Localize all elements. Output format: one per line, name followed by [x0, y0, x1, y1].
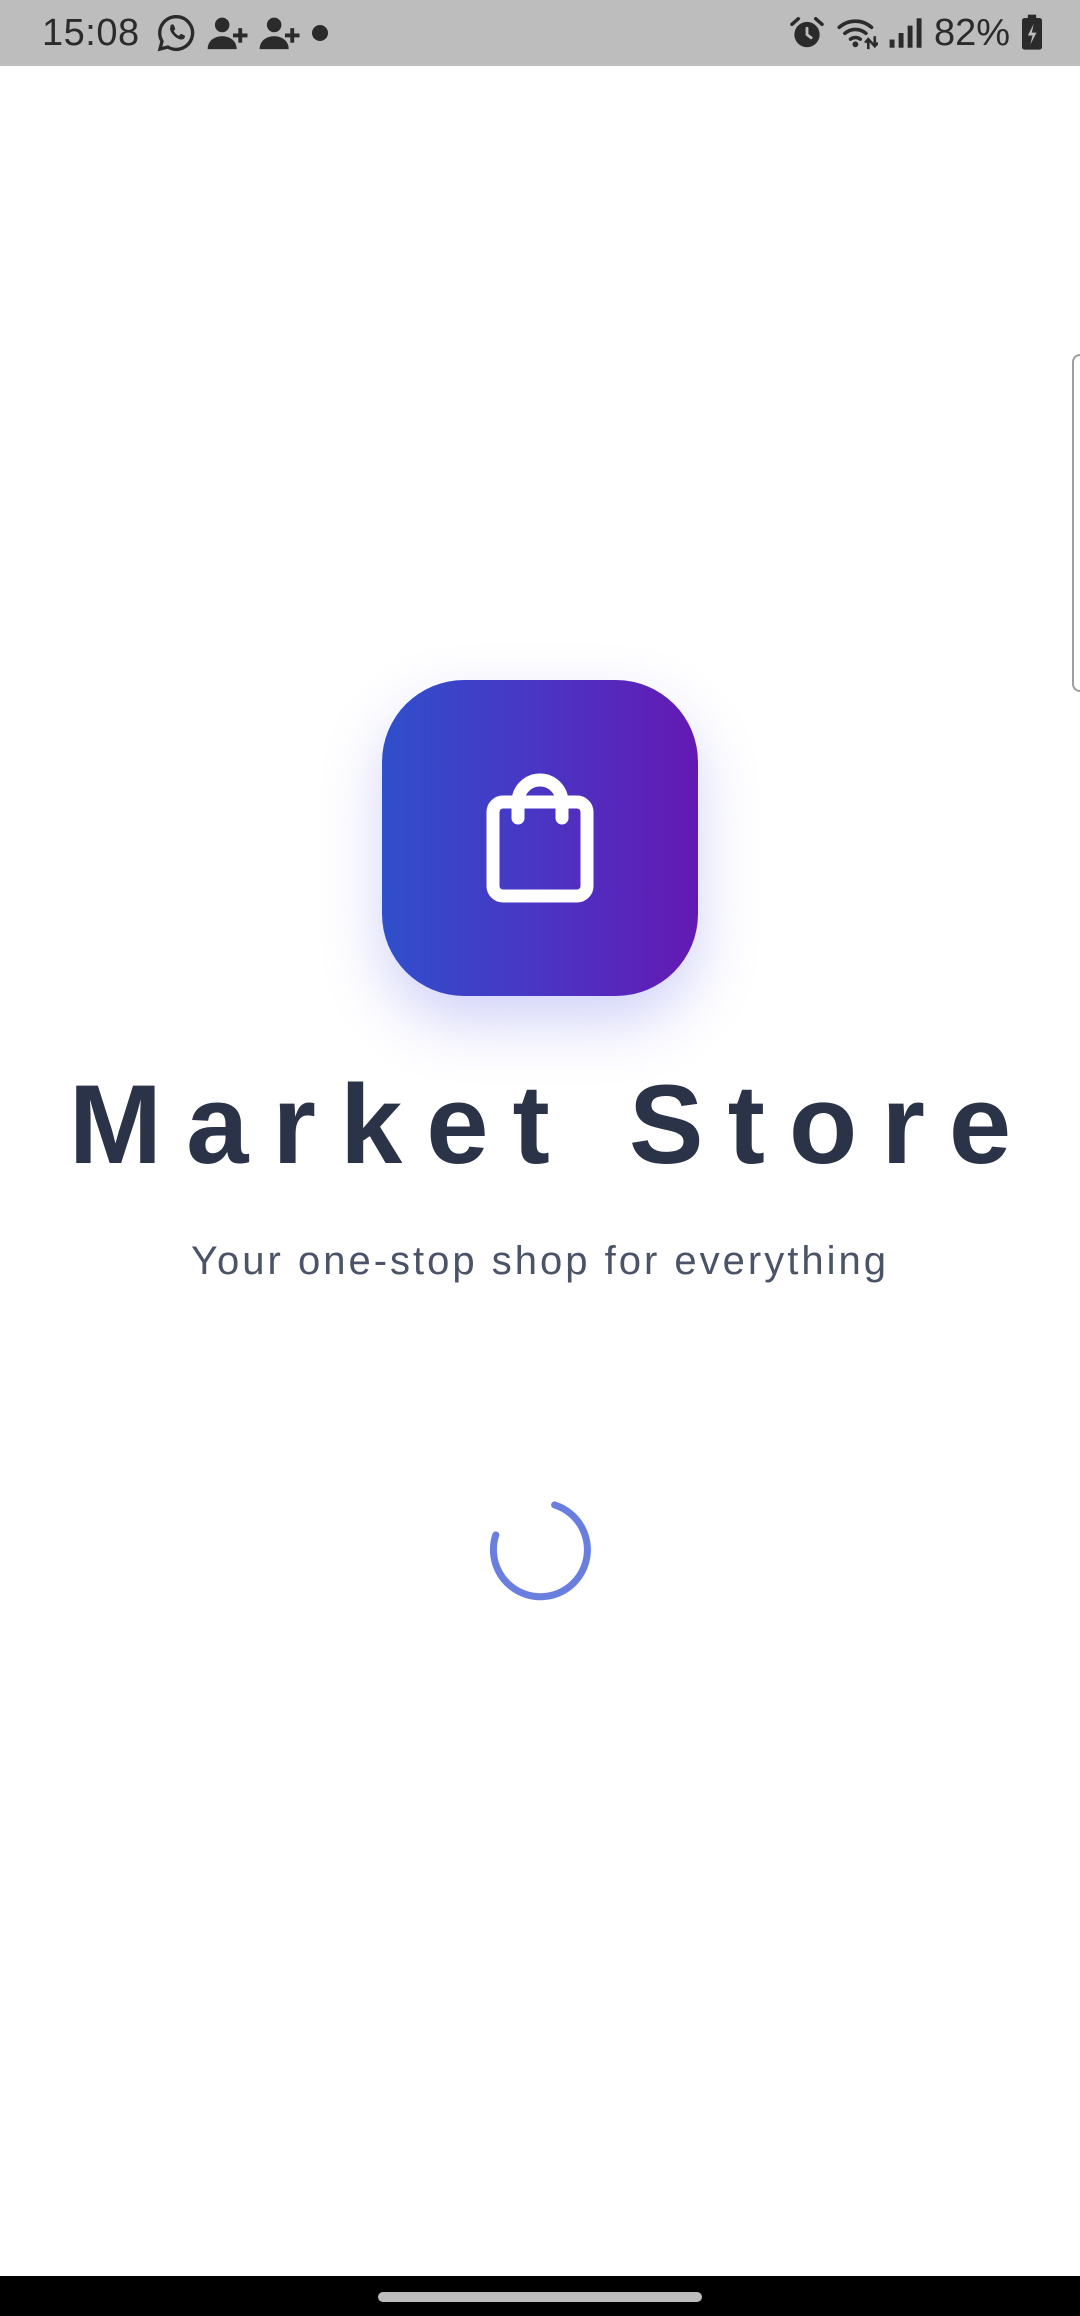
loading-spinner — [488, 1498, 592, 1602]
alarm-icon — [788, 13, 826, 53]
battery-percent: 82% — [933, 11, 1010, 54]
whatsapp-icon — [156, 13, 196, 53]
battery-charging-icon — [1020, 13, 1044, 53]
home-indicator[interactable] — [378, 2292, 702, 2302]
status-right-group: 82% — [788, 0, 1044, 66]
app-title: Market Store — [68, 1062, 1036, 1187]
status-bar: 15:08 82% — [0, 0, 1080, 66]
wifi-icon — [836, 13, 878, 53]
app-subtitle: Your one-stop shop for everything — [191, 1239, 889, 1283]
app-logo — [382, 680, 698, 996]
person-add-icon — [258, 13, 300, 53]
status-left-group: 15:08 — [42, 0, 330, 66]
navigation-bar — [0, 2276, 1080, 2316]
edge-panel-handle[interactable] — [1072, 354, 1080, 692]
notification-dot-icon — [310, 13, 330, 53]
signal-icon — [888, 13, 924, 53]
person-add-icon — [206, 13, 248, 53]
status-time: 15:08 — [42, 11, 140, 54]
shopping-bag-icon — [485, 768, 595, 909]
